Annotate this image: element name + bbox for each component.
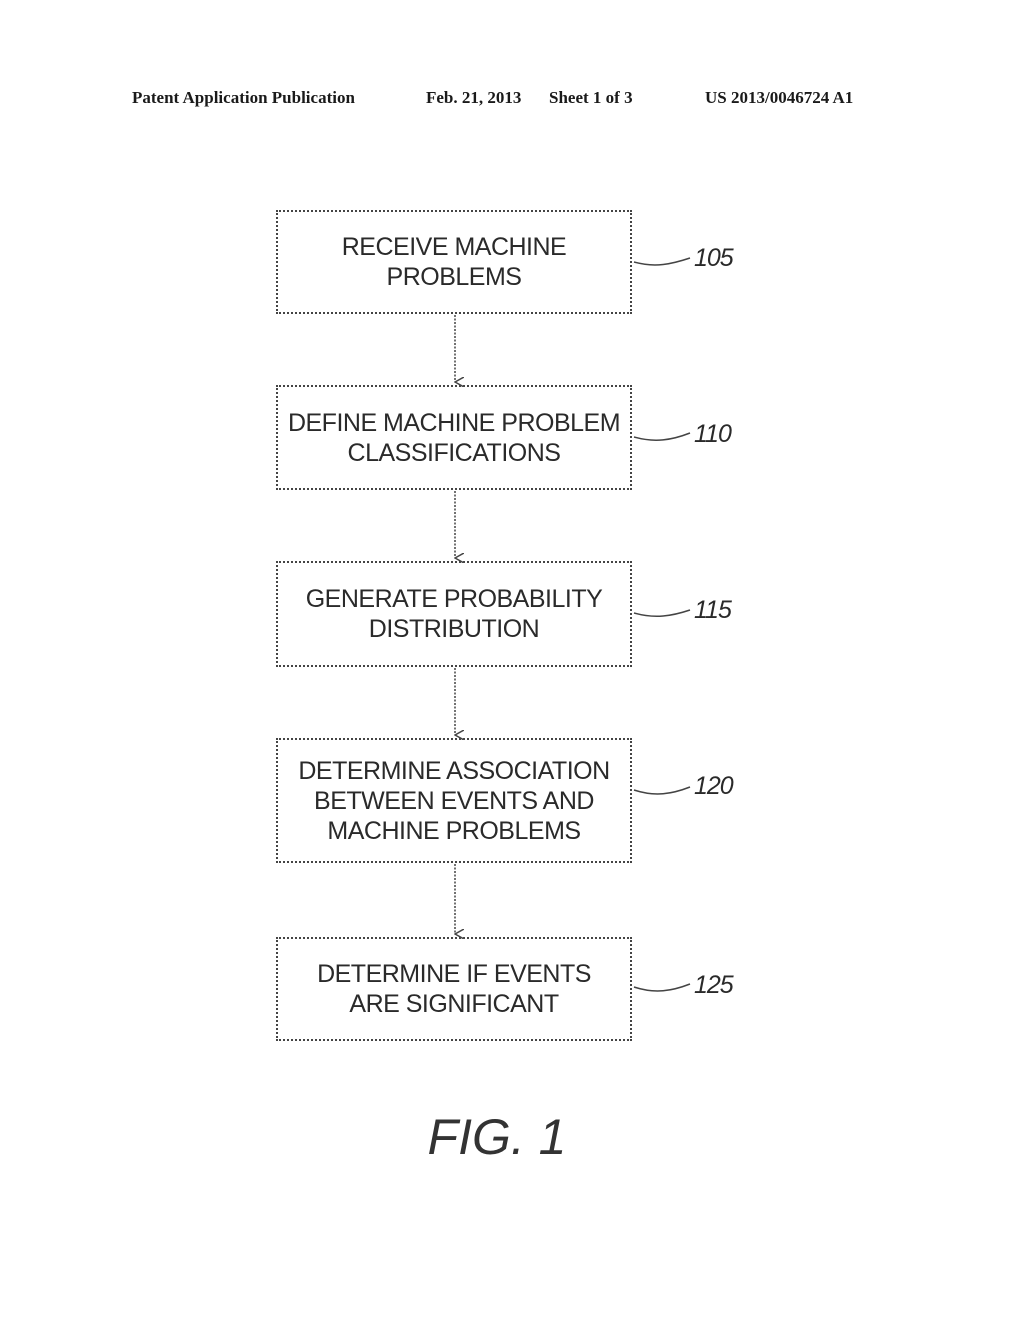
- leader-110: [633, 432, 691, 441]
- figure-label: FIG. 1: [427, 1109, 567, 1165]
- publication-label: Patent Application Publication: [132, 88, 355, 107]
- step-determine-association: DETERMINE ASSOCIATION BETWEEN EVENTS AND…: [276, 738, 632, 863]
- step-generate-probability-distribution: GENERATE PROBABILITY DISTRIBUTION: [276, 561, 632, 667]
- leader-120: [633, 786, 691, 795]
- page-header: Patent Application Publication Feb. 21, …: [0, 88, 1024, 116]
- ref-label-120: 120: [694, 772, 734, 800]
- leader-115: [633, 609, 691, 618]
- patent-number: US 2013/0046724 A1: [705, 88, 854, 107]
- leader-105: [633, 257, 691, 266]
- sheet-number: Sheet 1 of 3: [549, 88, 633, 107]
- figure-caption: FIG. 1: [0, 1108, 1024, 1166]
- ref-label-105: 105: [694, 244, 734, 272]
- step-determine-significance: DETERMINE IF EVENTS ARE SIGNIFICANT: [276, 937, 632, 1041]
- leader-125: [633, 983, 691, 992]
- ref-label-110: 110: [694, 420, 732, 448]
- publication-date: Feb. 21, 2013: [426, 88, 522, 107]
- step-define-classifications: DEFINE MACHINE PROBLEM CLASSIFICATIONS: [276, 385, 632, 490]
- ref-label-115: 115: [694, 596, 732, 624]
- step-receive-machine-problems: RECEIVE MACHINE PROBLEMS: [276, 210, 632, 314]
- ref-label-125: 125: [694, 971, 734, 999]
